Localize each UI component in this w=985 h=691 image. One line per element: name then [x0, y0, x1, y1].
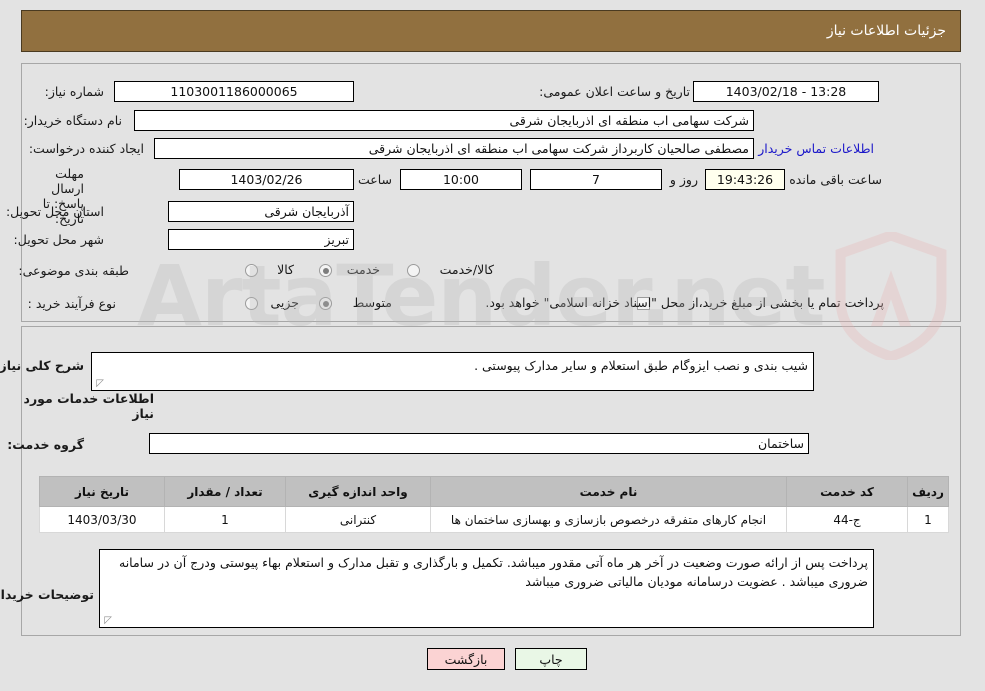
buyer-notes-label: توضیحات خریدار:: [0, 587, 95, 602]
radio-category-kala[interactable]: [246, 264, 259, 277]
request-creator-value: مصطفی صالحیان کاربرداز شرکت سهامی اب منط…: [155, 138, 755, 159]
table-header-row: ردیف کد خدمت نام خدمت واحد اندازه گیری ت…: [40, 476, 950, 507]
radio-process-motevaset-label: متوسط: [353, 295, 393, 310]
delivery-province-label: استان محل تحویل:: [6, 204, 105, 219]
announce-datetime-value: 13:28 - 1403/02/18: [694, 81, 880, 102]
need-number-value: 1103001186000065: [115, 81, 355, 102]
table-row: 1 ج-44 انجام کارهای متفرقه درخصوص بازساز…: [40, 506, 950, 533]
announce-datetime-label: تاریخ و ساعت اعلان عمومی:: [540, 84, 691, 99]
buyer-notes-textarea[interactable]: پرداخت پس از ارائه صورت وضعیت در آخر هر …: [100, 549, 875, 628]
page-title: جزئیات اطلاعات نیاز: [827, 23, 947, 39]
radio-process-motevaset[interactable]: [320, 297, 333, 310]
deadline-days-value: 7: [531, 169, 663, 190]
deadline-days-label: روز و: [670, 172, 699, 187]
request-creator-label: ایجاد کننده درخواست:: [29, 141, 145, 156]
radio-process-jozei[interactable]: [246, 297, 259, 310]
back-button[interactable]: بازگشت: [428, 648, 506, 670]
purchase-process-label: نوع فرآیند خرید :: [28, 296, 117, 311]
buyer-contact-link[interactable]: اطلاعات تماس خریدار: [759, 141, 875, 156]
radio-category-khedmat[interactable]: [320, 264, 333, 277]
need-services-table: ردیف کد خدمت نام خدمت واحد اندازه گیری ت…: [40, 476, 950, 533]
deadline-countdown-label: ساعت باقی مانده: [790, 172, 883, 187]
col-need-date: تاریخ نیاز: [40, 476, 166, 507]
radio-category-kala-khedmat[interactable]: [408, 264, 421, 277]
deadline-date-value: 1403/02/26: [180, 169, 355, 190]
radio-category-kala-label: کالا: [278, 262, 295, 277]
need-summary-label: شرح کلی نیاز:: [0, 358, 85, 373]
buyer-org-value: شرکت سهامی اب منطقه ای اذربایجان شرقی: [135, 110, 755, 131]
delivery-city-label: شهر محل تحویل:: [14, 232, 105, 247]
radio-category-kala-khedmat-label: کالا/خدمت: [440, 262, 495, 277]
col-service-code: کد خدمت: [787, 476, 909, 507]
cell-row: 1: [908, 506, 950, 533]
buyer-notes-value: پرداخت پس از ارائه صورت وضعیت در آخر هر …: [120, 555, 869, 589]
page-header: جزئیات اطلاعات نیاز: [22, 10, 962, 52]
service-group-label: گروه خدمت:: [8, 437, 85, 452]
col-service-name: نام خدمت: [431, 476, 788, 507]
treasury-note-label: پرداخت تمام یا بخشی از مبلغ خرید،از محل …: [486, 295, 885, 310]
deadline-time-label: ساعت: [358, 172, 393, 187]
need-number-label: شماره نیاز:: [45, 84, 105, 99]
category-label: طبقه بندی موضوعی:: [19, 263, 130, 278]
service-group-value: ساختمان: [150, 433, 810, 454]
cell-service-name: انجام کارهای متفرقه درخصوص بازسازی و بهس…: [431, 506, 788, 533]
resize-grip-icon[interactable]: ◸: [103, 616, 113, 626]
radio-process-jozei-label: جزیی: [271, 295, 300, 310]
col-unit: واحد اندازه گیری: [286, 476, 432, 507]
cell-quantity: 1: [165, 506, 287, 533]
col-row: ردیف: [908, 476, 950, 507]
delivery-city-value: تبریز: [169, 229, 355, 250]
deadline-countdown-value: 19:43:26: [706, 169, 786, 190]
need-summary-value: شیب بندی و نصب ایزوگام طبق استعلام و سای…: [475, 358, 809, 373]
deadline-time-value: 10:00: [401, 169, 523, 190]
radio-category-khedmat-label: خدمت: [347, 262, 381, 277]
cell-unit: کنترانی: [286, 506, 432, 533]
cell-service-code: ج-44: [787, 506, 909, 533]
delivery-province-value: آذربایجان شرقی: [169, 201, 355, 222]
print-button[interactable]: چاپ: [516, 648, 588, 670]
cell-need-date: 1403/03/30: [40, 506, 166, 533]
services-section-title: اطلاعات خدمات مورد نیاز: [24, 391, 155, 421]
buyer-org-label: نام دستگاه خریدار:: [24, 113, 123, 128]
need-summary-textarea[interactable]: شیب بندی و نصب ایزوگام طبق استعلام و سای…: [92, 352, 815, 391]
col-quantity: تعداد / مقدار: [165, 476, 287, 507]
resize-grip-icon[interactable]: ◸: [95, 379, 105, 389]
